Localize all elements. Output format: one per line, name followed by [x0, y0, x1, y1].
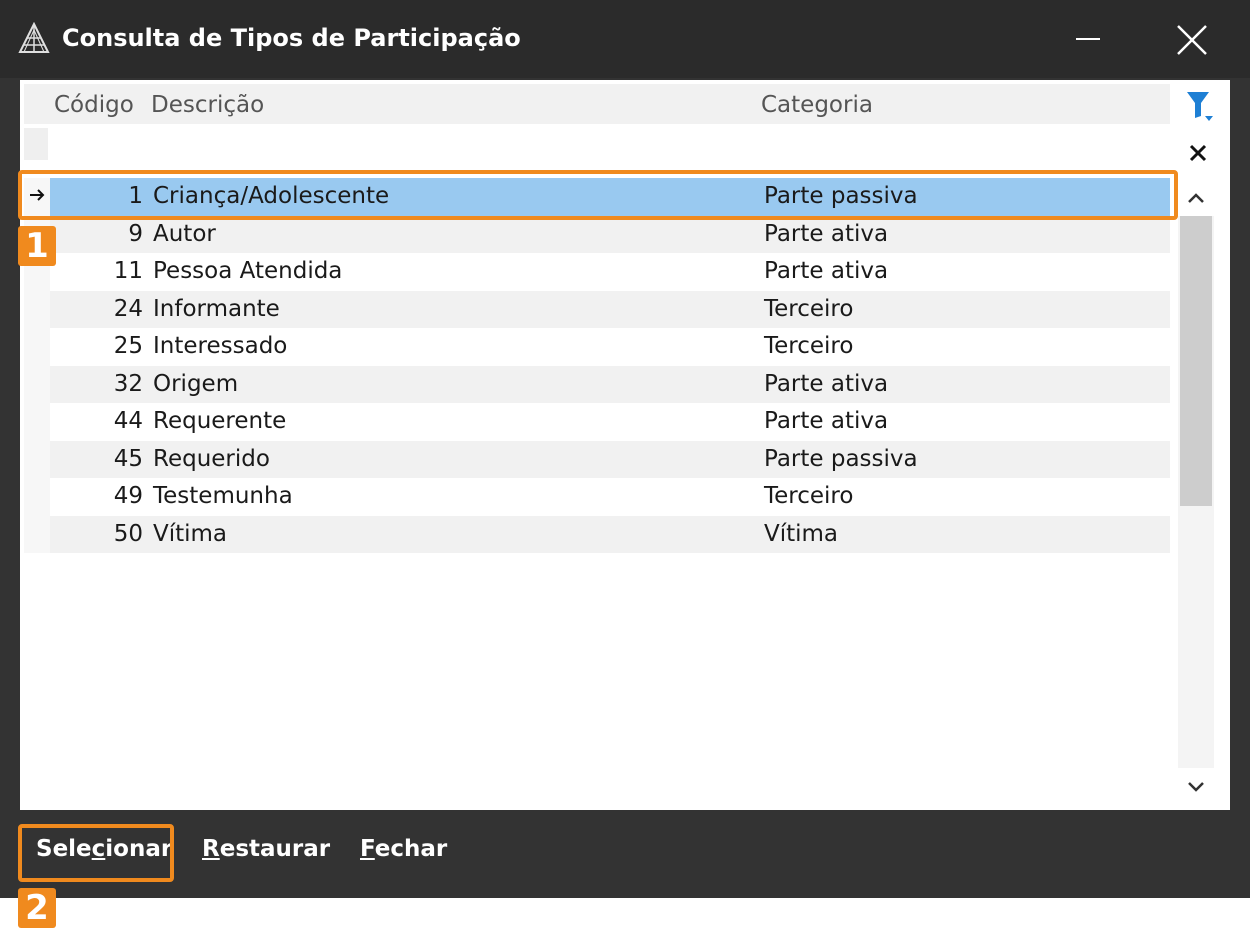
vertical-scrollbar[interactable]	[1178, 180, 1214, 804]
highlight-selecionar-button	[18, 824, 174, 882]
cell-codigo: 9	[128, 220, 143, 247]
cell-categoria: Parte ativa	[764, 258, 889, 284]
row-body: 49 Testemunha Terceiro	[50, 478, 1170, 516]
close-icon	[1177, 25, 1207, 55]
table-row[interactable]: 25 Interessado Terceiro	[24, 328, 1170, 366]
filter-row	[24, 124, 1170, 162]
cell-categoria: Parte ativa	[764, 370, 889, 397]
highlight-selected-row	[18, 170, 1178, 220]
cell-descricao: Interessado	[153, 333, 288, 359]
cell-descricao: Vítima	[153, 520, 228, 547]
restaurar-mnemonic: R	[202, 836, 220, 862]
table-row[interactable]: 32 Origem Parte ativa	[24, 365, 1170, 403]
close-button[interactable]	[1162, 14, 1222, 64]
cell-categoria: Parte passiva	[764, 445, 918, 472]
cell-categoria: Vítima	[764, 520, 839, 547]
cell-codigo: 25	[113, 333, 143, 359]
clear-filter-icon[interactable]	[1185, 140, 1211, 166]
restaurar-button[interactable]: Restaurar	[202, 836, 330, 862]
table-row[interactable]: 50 Vítima Vítima	[24, 515, 1170, 553]
filter-dropdown-icon[interactable]	[1185, 88, 1215, 124]
table-row[interactable]: 49 Testemunha Terceiro	[24, 478, 1170, 516]
cell-categoria: Parte ativa	[764, 220, 889, 247]
table-row[interactable]: 45 Requerido Parte passiva	[24, 440, 1170, 478]
row-indicator	[24, 290, 50, 328]
scroll-down-icon[interactable]	[1178, 770, 1214, 804]
cell-categoria: Terceiro	[764, 483, 854, 509]
grid-rows: 1 Criança/Adolescente Parte passiva 9 Autor P…	[24, 178, 1170, 553]
annotation-badge-1: 1	[18, 226, 56, 266]
row-body: 11 Pessoa Atendida Parte ativa	[50, 253, 1170, 291]
table-row[interactable]: 9 Autor Parte ativa	[24, 215, 1170, 253]
row-body: 44 Requerente Parte ativa	[50, 403, 1170, 441]
cell-codigo: 49	[113, 483, 143, 509]
cell-codigo: 32	[113, 370, 143, 397]
row-indicator	[24, 515, 50, 553]
cell-descricao: Origem	[153, 370, 239, 397]
grid-header: Código Descrição Categoria	[24, 84, 1170, 124]
table-row[interactable]: 11 Pessoa Atendida Parte ativa	[24, 253, 1170, 291]
cell-categoria: Terceiro	[764, 333, 854, 359]
row-body: 24 Informante Terceiro	[50, 290, 1170, 328]
restaurar-label-end: estaurar	[219, 836, 331, 862]
cell-descricao: Pessoa Atendida	[153, 258, 343, 284]
cell-codigo: 24	[113, 295, 143, 322]
row-body: 45 Requerido Parte passiva	[50, 440, 1170, 478]
row-indicator	[24, 365, 50, 403]
minimize-button[interactable]	[1062, 14, 1122, 64]
row-body: 25 Interessado Terceiro	[50, 328, 1170, 366]
app-logo-icon	[18, 22, 50, 53]
cell-descricao: Requerido	[153, 445, 270, 472]
column-header-codigo[interactable]: Código	[54, 92, 134, 118]
fechar-mnemonic: F	[360, 836, 375, 862]
column-header-categoria[interactable]: Categoria	[761, 92, 873, 118]
row-indicator	[24, 403, 50, 441]
dialog-window: Consulta de Tipos de Participação Código…	[0, 0, 1250, 898]
cell-codigo: 45	[113, 445, 143, 472]
fechar-button[interactable]: Fechar	[360, 836, 447, 862]
scroll-up-icon[interactable]	[1178, 180, 1214, 216]
scroll-track[interactable]	[1178, 216, 1214, 768]
table-row[interactable]: 24 Informante Terceiro	[24, 290, 1170, 328]
minimize-icon	[1076, 38, 1100, 40]
cell-descricao: Testemunha	[153, 483, 293, 509]
cell-descricao: Informante	[153, 295, 280, 322]
row-body: 32 Origem Parte ativa	[50, 365, 1170, 403]
filter-input[interactable]	[50, 124, 1170, 162]
cell-codigo: 50	[113, 520, 143, 547]
cell-codigo: 11	[113, 258, 143, 284]
row-body: 50 Vítima Vítima	[50, 515, 1170, 553]
footer-toolbar: Selecionar Restaurar Fechar	[16, 822, 1236, 884]
cell-descricao: Autor	[153, 220, 216, 247]
filter-row-indicator	[24, 128, 48, 160]
row-indicator	[24, 440, 50, 478]
column-header-descricao[interactable]: Descrição	[151, 92, 264, 118]
table-row[interactable]: 44 Requerente Parte ativa	[24, 403, 1170, 441]
row-indicator	[24, 478, 50, 516]
cell-codigo: 44	[113, 408, 143, 434]
title-bar[interactable]: Consulta de Tipos de Participação	[0, 0, 1250, 78]
row-body: 9 Autor Parte ativa	[50, 215, 1170, 253]
cell-descricao: Requerente	[153, 408, 287, 434]
scroll-thumb[interactable]	[1180, 216, 1212, 506]
row-indicator	[24, 328, 50, 366]
annotation-badge-2: 2	[18, 888, 56, 928]
fechar-label-end: echar	[374, 836, 448, 862]
cell-categoria: Terceiro	[764, 295, 854, 322]
cell-categoria: Parte ativa	[764, 408, 889, 434]
window-title: Consulta de Tipos de Participação	[62, 24, 521, 52]
